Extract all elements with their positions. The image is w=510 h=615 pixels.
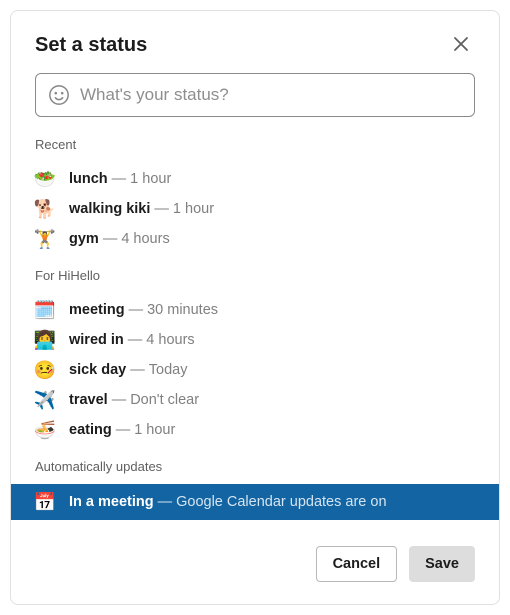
separator: — xyxy=(130,362,145,378)
status-label: eating xyxy=(69,422,112,438)
status-input[interactable] xyxy=(80,85,462,105)
save-button[interactable]: Save xyxy=(409,546,475,582)
status-item-walking-kiki[interactable]: 🐕 walking kiki — 1 hour xyxy=(35,194,475,224)
status-sections: Recent 🥗 lunch — 1 hour 🐕 walking kiki —… xyxy=(11,129,499,528)
status-label: meeting xyxy=(69,302,125,318)
separator: — xyxy=(128,332,143,348)
modal-title: Set a status xyxy=(35,34,147,57)
status-label: sick day xyxy=(69,362,126,378)
status-label: lunch xyxy=(69,171,108,187)
status-label: In a meeting xyxy=(69,494,154,510)
status-item-travel[interactable]: ✈️ travel — Don't clear xyxy=(35,385,475,415)
separator: — xyxy=(112,171,127,187)
noodles-icon: 🍜 xyxy=(35,420,55,440)
auto-updates-heading: Automatically updates xyxy=(11,459,499,484)
status-label: walking kiki xyxy=(69,201,150,217)
workspace-heading: For HiHello xyxy=(35,268,475,283)
google-calendar-icon: 📅 xyxy=(35,492,55,512)
status-input-wrapper xyxy=(11,73,499,129)
status-item-wired-in[interactable]: 👩‍💻 wired in — 4 hours xyxy=(35,325,475,355)
modal-header: Set a status xyxy=(11,11,499,73)
technologist-icon: 👩‍💻 xyxy=(35,330,55,350)
set-status-modal: Set a status Recent 🥗 lunch — 1 hour 🐕 xyxy=(10,10,500,605)
modal-footer: Cancel Save xyxy=(11,528,499,604)
status-duration: 1 hour xyxy=(134,422,175,438)
status-duration: 1 hour xyxy=(130,171,171,187)
sick-face-icon: 🤒 xyxy=(35,360,55,380)
dog-icon: 🐕 xyxy=(35,199,55,219)
recent-section: Recent 🥗 lunch — 1 hour 🐕 walking kiki —… xyxy=(11,129,499,260)
separator: — xyxy=(129,302,144,318)
weightlifter-icon: 🏋️ xyxy=(35,229,55,249)
separator: — xyxy=(112,392,127,408)
separator: — xyxy=(103,231,118,247)
calendar-icon: 🗓️ xyxy=(35,300,55,320)
cancel-button[interactable]: Cancel xyxy=(316,546,398,582)
status-label: travel xyxy=(69,392,108,408)
close-icon xyxy=(453,36,469,55)
status-duration: Google Calendar updates are on xyxy=(176,494,386,510)
status-duration: 4 hours xyxy=(121,231,169,247)
status-label: gym xyxy=(69,231,99,247)
status-duration: Today xyxy=(149,362,188,378)
status-item-in-a-meeting[interactable]: 📅 In a meeting — Google Calendar updates… xyxy=(11,484,499,520)
status-item-eating[interactable]: 🍜 eating — 1 hour xyxy=(35,415,475,445)
separator: — xyxy=(154,201,169,217)
close-button[interactable] xyxy=(447,31,475,59)
status-item-gym[interactable]: 🏋️ gym — 4 hours xyxy=(35,224,475,254)
airplane-icon: ✈️ xyxy=(35,390,55,410)
status-duration: Don't clear xyxy=(130,392,199,408)
status-item-sick-day[interactable]: 🤒 sick day — Today xyxy=(35,355,475,385)
salad-icon: 🥗 xyxy=(35,169,55,189)
recent-heading: Recent xyxy=(35,137,475,152)
status-duration: 30 minutes xyxy=(147,302,218,318)
status-item-lunch[interactable]: 🥗 lunch — 1 hour xyxy=(35,164,475,194)
separator: — xyxy=(158,494,173,510)
status-label: wired in xyxy=(69,332,124,348)
status-duration: 4 hours xyxy=(146,332,194,348)
status-input-container xyxy=(35,73,475,117)
auto-updates-section: Automatically updates 📅 In a meeting — G… xyxy=(11,451,499,520)
workspace-section: For HiHello 🗓️ meeting — 30 minutes 👩‍💻 … xyxy=(11,260,499,451)
status-item-meeting[interactable]: 🗓️ meeting — 30 minutes xyxy=(35,295,475,325)
smile-emoji-icon[interactable] xyxy=(48,84,70,106)
status-duration: 1 hour xyxy=(173,201,214,217)
separator: — xyxy=(116,422,131,438)
